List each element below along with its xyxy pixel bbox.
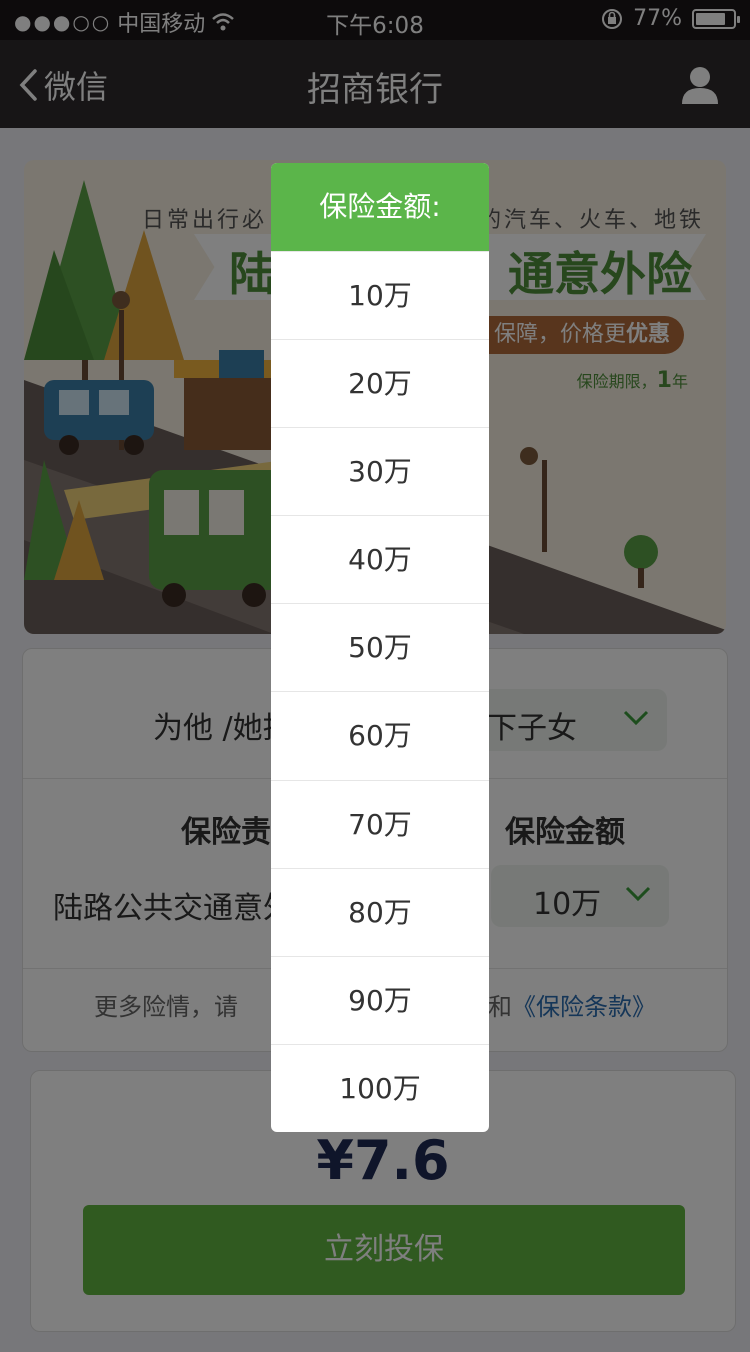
picker-option[interactable]: 20万 [271,339,489,427]
picker-option[interactable]: 40万 [271,515,489,603]
picker-option[interactable]: 100万 [271,1043,489,1132]
picker-option[interactable]: 30万 [271,427,489,515]
picker-option[interactable]: 10万 [271,251,489,339]
picker-option[interactable]: 70万 [271,779,489,868]
amount-picker: 保险金额: 10万 20万 30万 40万 50万 60万 70万 80万 90… [271,163,489,1132]
picker-option[interactable]: 80万 [271,867,489,956]
picker-option[interactable]: 50万 [271,603,489,691]
picker-title: 保险金额: [271,163,489,251]
picker-option[interactable]: 90万 [271,955,489,1044]
picker-option[interactable]: 60万 [271,691,489,779]
